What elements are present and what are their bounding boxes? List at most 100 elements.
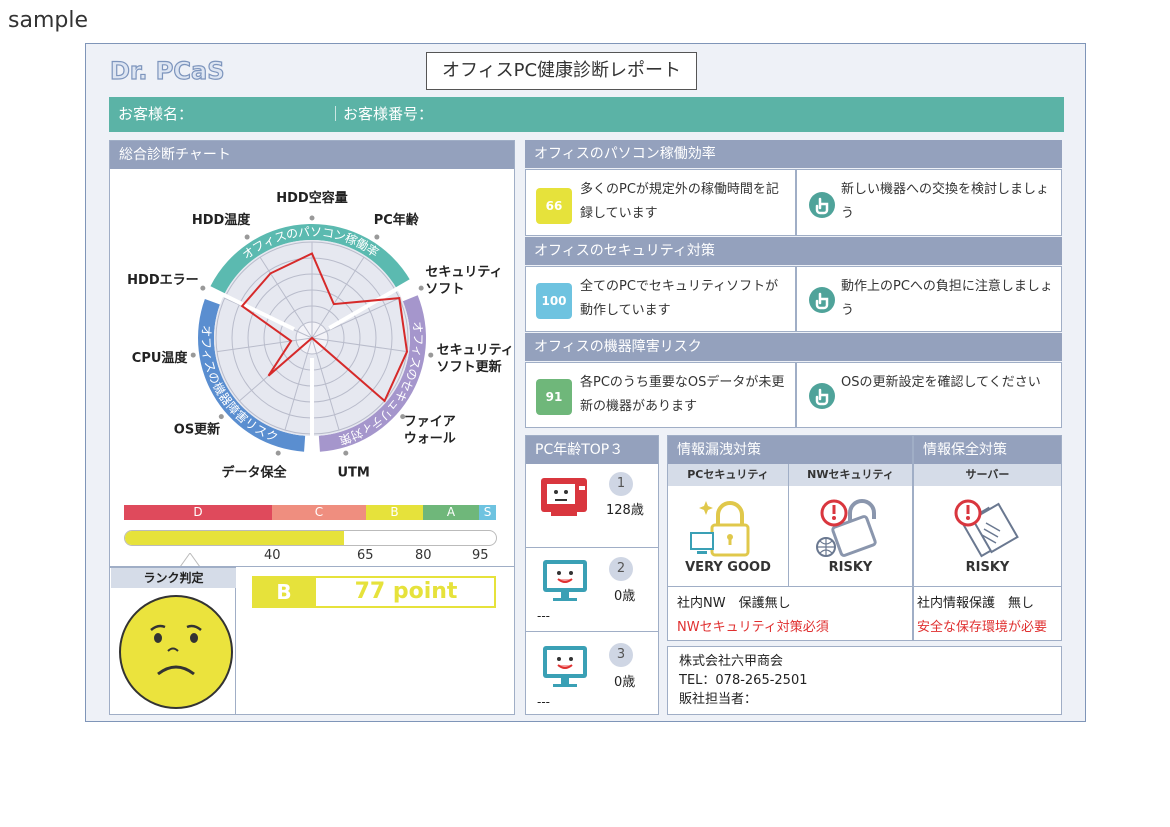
customer-info-bar: お客様名： ｜お客様番号： — [109, 97, 1064, 132]
nw-status: RISKY — [828, 560, 873, 575]
category-dot — [244, 234, 250, 240]
tick-label: 65 — [357, 548, 374, 563]
vendor-company: 株式会社六甲商会 — [679, 654, 784, 669]
tick-label: 95 — [472, 548, 489, 563]
efficiency-advice-cell: 新しい機器への交換を検討しましょう — [796, 169, 1062, 236]
security-title: オフィスのセキュリティ対策 — [525, 237, 1062, 265]
category-label: HDDエラー — [127, 273, 198, 288]
hand-pointer-icon — [809, 287, 835, 313]
leak-title: 情報漏洩対策 — [668, 436, 912, 464]
broken-pc-icon — [541, 478, 587, 516]
divider — [526, 547, 658, 548]
hand-pointer-icon — [809, 383, 835, 409]
efficiency-message: 多くのPCが規定外の稼働時間を記録しています — [580, 182, 779, 221]
category-label: UTM — [337, 465, 369, 480]
efficiency-advice: 新しい機器への交換を検討しましょう — [841, 182, 1050, 221]
server-label: サーバー — [914, 464, 1061, 486]
failure-risk-message: 各PCのうち重要なOSデータが未更新の機器があります — [580, 375, 785, 414]
category-label: PC年齢 — [374, 212, 420, 228]
preserve-warning: 安全な保存環境が必要 — [917, 620, 1048, 635]
pc-name: --- — [537, 609, 550, 623]
category-label: ファイアウォール — [404, 415, 456, 447]
failure-risk-message-cell: 91 各PCのうち重要なOSデータが未更新の機器があります — [525, 362, 796, 428]
category-label: セキュリティソフト更新 — [437, 343, 514, 375]
divider — [526, 631, 658, 632]
nw-security-label: NWセキュリティ — [789, 464, 912, 486]
security-advice-cell: 動作上のPCへの負担に注意しましょう — [796, 266, 1062, 332]
security-message: 全てのPCでセキュリティソフトが動作しています — [580, 279, 779, 318]
category-dot — [275, 450, 281, 456]
rank-band-s: S — [479, 505, 496, 520]
lock-risky-icon — [816, 499, 877, 557]
worried-face-icon — [119, 595, 233, 709]
category-label: HDD温度 — [192, 212, 251, 228]
rank-band-b: B — [366, 505, 423, 520]
customer-number-label: ｜お客様番号： — [328, 105, 434, 123]
lock-very-good-icon — [690, 501, 750, 557]
category-label: HDD空容量 — [276, 190, 347, 206]
customer-name-label: お客様名： — [118, 105, 194, 123]
leak-note: 社内NW 保護無し — [677, 596, 791, 611]
category-dot — [343, 450, 349, 456]
category-dot — [218, 414, 224, 420]
rank-label: ランク判定 — [111, 568, 236, 588]
rank-number: 1 — [609, 472, 633, 496]
pc-age-value: 0歳 — [614, 589, 636, 604]
leak-warning: NWセキュリティ対策必須 — [677, 620, 829, 635]
category-label: OS更新 — [174, 422, 220, 438]
rank-band-a: A — [423, 505, 479, 520]
pc-age-title: PC年齢TOP３ — [526, 436, 658, 464]
rank-band-c: C — [272, 505, 366, 520]
rank-number: 3 — [609, 643, 633, 667]
efficiency-title: オフィスのパソコン稼働効率 — [525, 140, 1062, 168]
category-dot — [428, 352, 434, 358]
category-label: セキュリティソフト — [425, 265, 502, 297]
happy-pc-icon — [543, 646, 587, 687]
vendor-tel: TEL：078-265-2501 — [679, 673, 808, 688]
overall-chart-title: 総合診断チャート — [110, 141, 514, 169]
pc-security-label: PCセキュリティ — [668, 464, 788, 486]
dr-pcas-logo: Dr. PCaS — [109, 56, 225, 85]
tick-label: 40 — [264, 548, 281, 563]
category-dot — [374, 234, 380, 240]
pc-age-value: 128歳 — [606, 503, 644, 518]
failure-risk-advice: OSの更新設定を確認してください — [841, 375, 1041, 390]
efficiency-score-badge: 66 — [536, 188, 572, 224]
vendor-contact: 販社担当者： — [679, 692, 758, 707]
pc-status: VERY GOOD — [685, 560, 771, 575]
security-message-cell: 100 全てのPCでセキュリティソフトが動作しています — [525, 266, 796, 332]
category-label: データ保全 — [222, 464, 288, 480]
pc-name: --- — [537, 695, 550, 709]
category-label: CPU温度 — [132, 350, 189, 366]
failure-risk-score-badge: 91 — [536, 379, 572, 415]
efficiency-message-cell: 66 多くのPCが規定外の稼働時間を記録しています — [525, 169, 796, 236]
category-dot — [200, 285, 206, 291]
security-score-badge: 100 — [536, 283, 572, 319]
report-title: オフィスPC健康診断レポート — [426, 52, 697, 90]
score-progress-bar — [124, 530, 497, 546]
grade-label: B — [252, 576, 316, 608]
failure-risk-title: オフィスの機器障害リスク — [525, 333, 1062, 361]
divider — [914, 586, 1061, 587]
tick-label: 80 — [415, 548, 432, 563]
radar-chart: オフィスのパソコン稼働率オフィスのセキュリティ対策オフィスの機器障害リスクHDD… — [127, 190, 514, 480]
failure-risk-advice-cell: OSの更新設定を確認してください — [796, 362, 1062, 428]
rank-band-d: D — [124, 505, 272, 520]
watermark-sample: sample — [8, 8, 88, 33]
category-dot — [190, 352, 196, 358]
divider — [668, 586, 912, 587]
preserve-note: 社内情報保護 無し — [917, 596, 1035, 611]
category-dot — [309, 215, 315, 221]
points-label: 77 point — [354, 579, 458, 604]
score-progress-fill — [125, 531, 344, 545]
server-status: RISKY — [965, 560, 1010, 575]
rank-number: 2 — [609, 557, 633, 581]
score-marker-icon — [180, 553, 200, 567]
preserve-title: 情報保全対策 — [914, 436, 1061, 464]
server-risky-icon — [954, 499, 1019, 558]
hand-pointer-icon — [809, 192, 835, 218]
category-dot — [418, 285, 424, 291]
happy-pc-icon — [543, 560, 587, 601]
security-advice: 動作上のPCへの負担に注意しましょう — [841, 279, 1053, 318]
pc-age-value: 0歳 — [614, 675, 636, 690]
